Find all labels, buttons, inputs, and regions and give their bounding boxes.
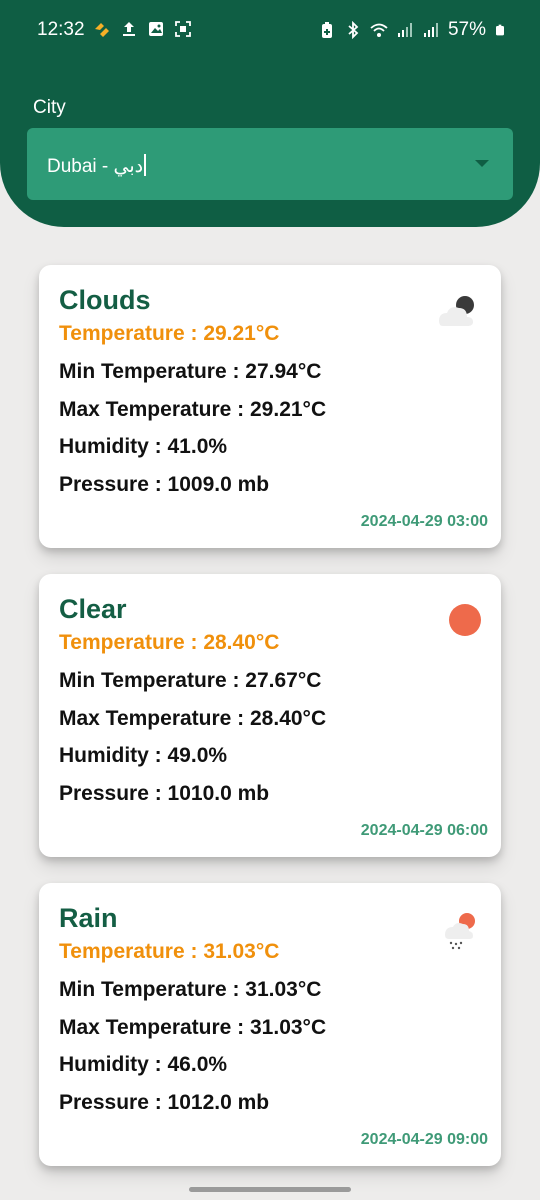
signal-icon	[397, 23, 412, 37]
forecast-datetime: 2024-04-29 03:00	[360, 513, 488, 530]
rain-icon	[445, 913, 475, 950]
max-temperature-text: Max Temperature : 31.03°C	[59, 1016, 327, 1039]
gesture-nav-handle[interactable]	[189, 1187, 351, 1192]
max-temperature-text: Max Temperature : 28.40°C	[59, 707, 327, 730]
battery-saver-icon	[321, 22, 332, 38]
chevron-down-icon	[475, 160, 489, 167]
pressure-text: Pressure : 1009.0 mb	[59, 473, 270, 496]
battery-level: 57%	[447, 19, 486, 40]
min-temperature-text: Min Temperature : 27.67°C	[59, 669, 322, 692]
screenshot-icon	[175, 21, 191, 37]
gallery-icon	[149, 22, 163, 36]
status-right-icons: 57%	[318, 19, 506, 41]
signal-icon-2	[423, 23, 438, 37]
forecast-card: Clouds Temperature : 29.21°C Min Tempera…	[39, 265, 501, 548]
app-header: 12:32 57% City Dubai - دبي	[0, 0, 540, 227]
forecast-card: Rain Temperature : 31.03°C Min Temperatu…	[39, 883, 501, 1166]
max-temperature-text: Max Temperature : 29.21°C	[59, 398, 327, 421]
wifi-icon	[370, 23, 388, 37]
forecast-datetime: 2024-04-29 06:00	[360, 822, 488, 839]
cloud-night-icon	[439, 296, 474, 326]
city-selected-value: Dubai - دبي	[47, 154, 146, 178]
city-label: City	[33, 97, 66, 118]
condition-title: Clouds	[59, 285, 151, 315]
battery-icon	[496, 24, 504, 36]
humidity-text: Humidity : 41.0%	[59, 435, 228, 458]
city-dropdown[interactable]: Dubai - دبي	[27, 128, 513, 200]
pressure-text: Pressure : 1010.0 mb	[59, 782, 270, 805]
sun-icon	[449, 604, 481, 636]
status-bar: 12:32 57%	[0, 0, 540, 62]
condition-title: Rain	[59, 903, 118, 933]
pressure-text: Pressure : 1012.0 mb	[59, 1091, 270, 1114]
forecast-datetime: 2024-04-29 09:00	[360, 1131, 488, 1148]
condition-title: Clear	[59, 594, 127, 624]
temperature-text: Temperature : 29.21°C	[59, 322, 280, 345]
min-temperature-text: Min Temperature : 31.03°C	[59, 978, 322, 1001]
humidity-text: Humidity : 46.0%	[59, 1053, 228, 1076]
temperature-text: Temperature : 31.03°C	[59, 940, 280, 963]
notification-icon	[95, 23, 109, 37]
min-temperature-text: Min Temperature : 27.94°C	[59, 360, 322, 383]
upload-icon	[123, 22, 135, 36]
status-time: 12:32	[37, 19, 85, 40]
temperature-text: Temperature : 28.40°C	[59, 631, 280, 654]
status-left-icons	[93, 20, 192, 38]
humidity-text: Humidity : 49.0%	[59, 744, 228, 767]
bluetooth-icon	[348, 21, 359, 39]
forecast-card: Clear Temperature : 28.40°C Min Temperat…	[39, 574, 501, 857]
